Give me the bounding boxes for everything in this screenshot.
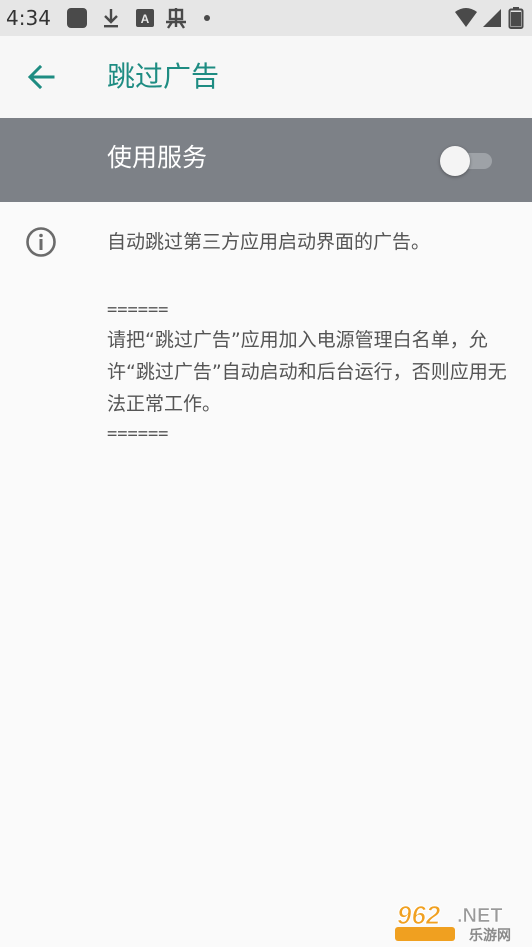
back-button[interactable] [20, 56, 62, 98]
signal-icon [483, 9, 501, 27]
arrow-back-icon [27, 64, 55, 90]
service-toggle-row[interactable]: 使用服务 [0, 118, 532, 202]
page-title: 跳过广告 [107, 60, 220, 93]
separator-bottom: ====== [107, 424, 169, 444]
dot-icon [204, 15, 210, 21]
info-icon [26, 227, 56, 257]
notice-block: ====== 请把“跳过广告”应用加入电源管理白名单，允许“跳过广告”自动启动和… [107, 296, 517, 448]
switch-thumb [440, 146, 470, 176]
bug-icon [166, 8, 186, 29]
watermark-suffix: .NET [457, 905, 503, 927]
watermark-number: 962 [397, 900, 441, 930]
app-bar: 跳过广告 [0, 36, 532, 118]
a-box-icon: A [136, 9, 154, 27]
status-bar: 4:34 A [0, 0, 532, 36]
download-icon [104, 9, 118, 28]
service-label: 使用服务 [107, 143, 208, 172]
notice-text: 请把“跳过广告”应用加入电源管理白名单，允许“跳过广告”自动启动和后台运行，否则… [107, 329, 507, 415]
watermark-caption: 乐游网 [469, 927, 511, 942]
wifi-icon [455, 8, 477, 27]
service-switch[interactable] [440, 144, 494, 176]
description-text: 自动跳过第三方应用启动界面的广告。 [107, 231, 431, 253]
watermark-logo: 962 .NET 乐游网 [395, 900, 511, 942]
app-square-icon [67, 8, 87, 28]
status-time: 4:34 [6, 6, 51, 30]
separator-top: ====== [107, 300, 169, 320]
a-box-letter: A [141, 12, 150, 26]
battery-icon [508, 7, 524, 29]
